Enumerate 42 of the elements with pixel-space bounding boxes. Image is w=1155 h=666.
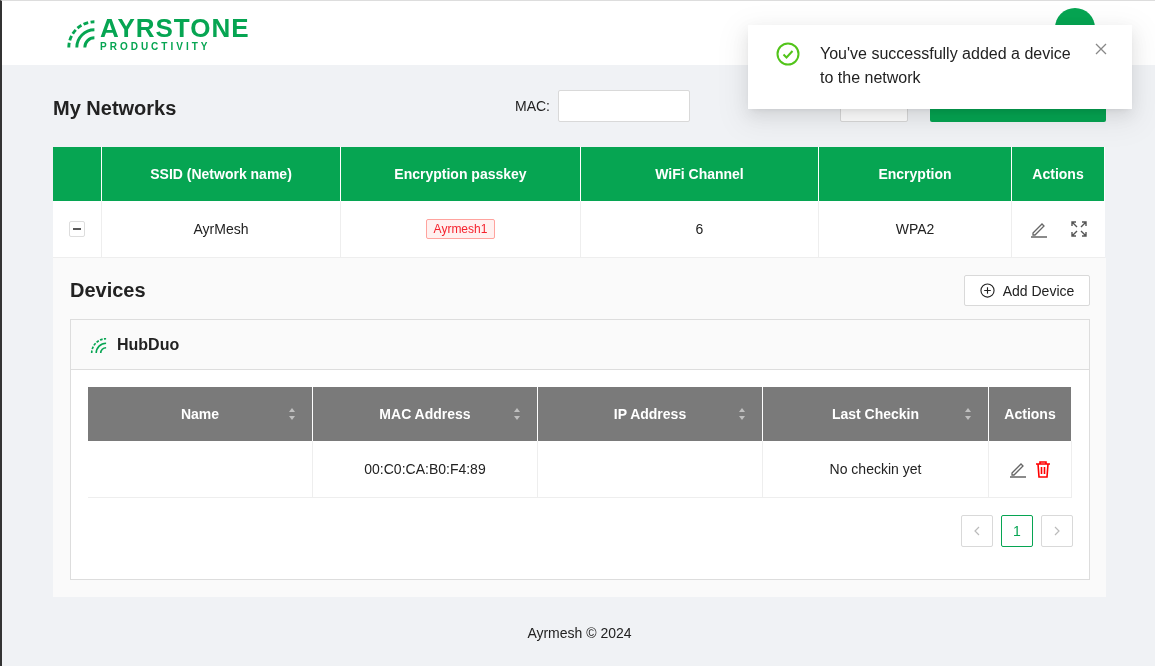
sort-icon[interactable] xyxy=(738,407,746,421)
column-header: Last Checkin xyxy=(763,387,989,441)
check-circle-icon xyxy=(776,42,800,66)
next-page-button[interactable] xyxy=(1041,515,1073,547)
wifi-waves-icon xyxy=(89,335,107,354)
table-cell: No checkin yet xyxy=(763,441,989,498)
column-header: Actions xyxy=(1012,147,1105,201)
sort-icon[interactable] xyxy=(288,407,296,421)
add-device-button[interactable]: Add Device xyxy=(964,275,1090,306)
expand-icon[interactable] xyxy=(1069,220,1088,238)
previous-page-button[interactable] xyxy=(961,515,993,547)
column-header: WiFi Channel xyxy=(581,147,819,201)
column-header: MAC Address xyxy=(313,387,538,441)
column-header: SSID (Network name) xyxy=(102,147,341,201)
logo-subtitle: PRODUCTIVITY xyxy=(100,41,212,52)
sort-icon[interactable] xyxy=(964,407,972,421)
toast-message: You've successfully added a device to the network xyxy=(820,44,1072,88)
filter-input[interactable] xyxy=(558,90,690,122)
filter-label: MAC: xyxy=(515,98,550,114)
plus-circle-icon xyxy=(979,283,995,298)
footer-text: Ayrmesh © 2024 xyxy=(527,625,632,641)
trash-icon[interactable] xyxy=(1035,460,1051,478)
column-header: Encryption passkey xyxy=(341,147,581,201)
table-cell: AyrMesh xyxy=(102,201,341,258)
chevron-right-icon xyxy=(1053,526,1061,536)
column-header: Encryption xyxy=(819,147,1012,201)
page-title: My Networks xyxy=(53,95,178,120)
logo-title: AYRSTONE xyxy=(100,14,250,41)
passkey-tag: Ayrmesh1 xyxy=(425,219,496,239)
table-cell: 6 xyxy=(581,201,819,258)
collapse-button[interactable] xyxy=(69,221,85,237)
sort-icon[interactable] xyxy=(513,407,521,421)
column-header: IP Address xyxy=(538,387,763,441)
card-title: HubDuo xyxy=(117,335,180,354)
section-title: Devices xyxy=(70,279,146,302)
column-header: Name xyxy=(88,387,313,441)
table-cell: WPA2 xyxy=(819,201,1012,258)
close-icon[interactable] xyxy=(1094,42,1108,56)
logo-waves-icon xyxy=(64,17,96,49)
table-cell: 00:C0:CA:B0:F4:89 xyxy=(313,441,538,498)
chevron-left-icon xyxy=(973,526,981,536)
column-header: Actions xyxy=(989,387,1072,441)
